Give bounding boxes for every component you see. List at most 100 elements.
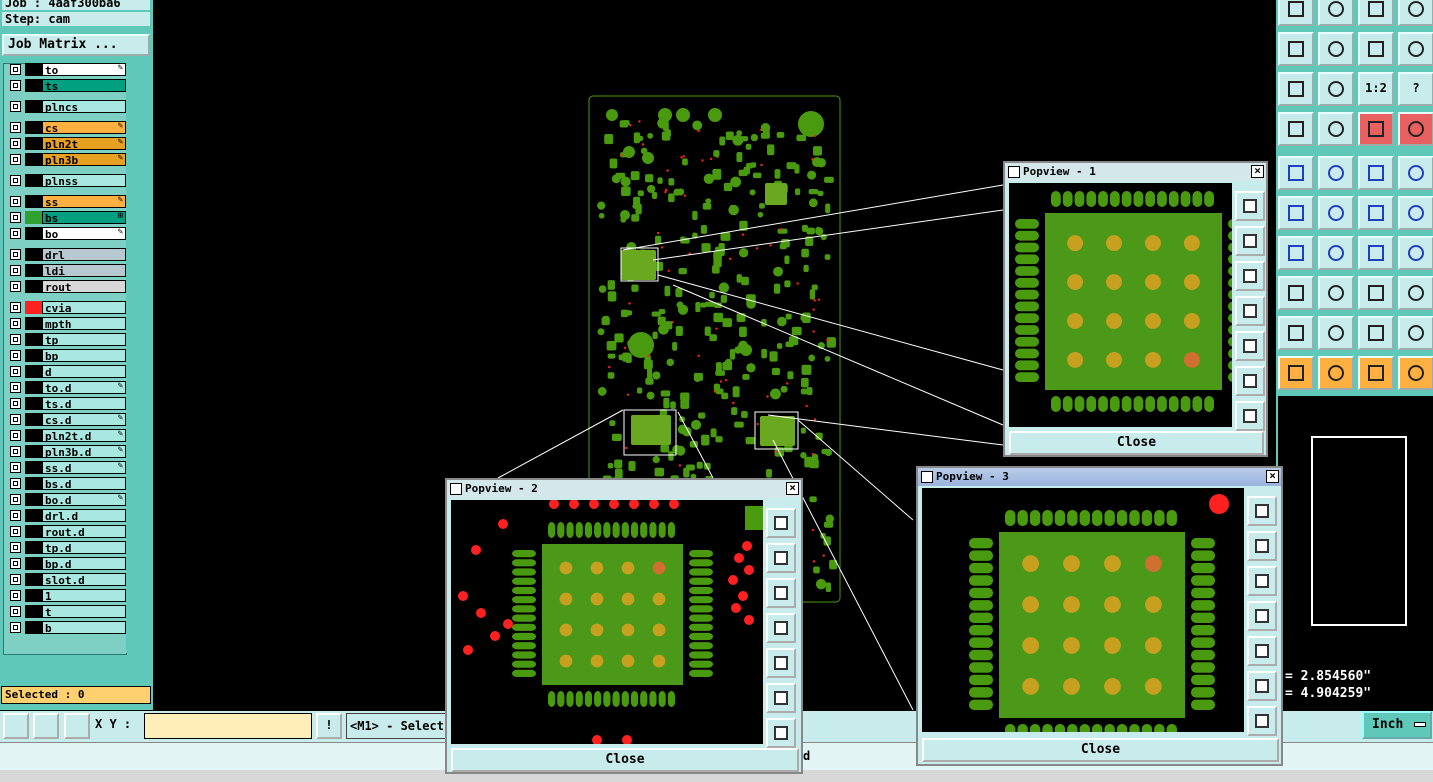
layer-color-swatch[interactable] — [25, 137, 42, 150]
layer-row-pln3b.d[interactable]: pln3b.d ✎ — [8, 445, 126, 459]
layer-row-t[interactable]: t — [8, 605, 126, 619]
layer-color-swatch[interactable] — [25, 365, 42, 378]
layer-name[interactable]: cs.d — [42, 413, 126, 427]
layer-name[interactable]: ss.d — [42, 461, 126, 475]
layer-color-swatch[interactable] — [25, 211, 42, 224]
ratio-button[interactable]: 1:2 — [1358, 72, 1394, 106]
popview-3-close-button[interactable]: Close — [922, 738, 1279, 762]
layer-row-bp.d[interactable]: bp.d — [8, 557, 126, 571]
pan-left-icon[interactable] — [1235, 296, 1265, 326]
layer-checkbox[interactable] — [10, 318, 21, 329]
layer-name[interactable]: pln2t.d — [42, 429, 126, 443]
layer-row-tp.d[interactable]: tp.d — [8, 541, 126, 555]
layer-name[interactable]: pln2t — [42, 137, 126, 151]
layer-name[interactable]: pln3b — [42, 153, 126, 167]
layer-list-scrollbar[interactable] — [126, 63, 151, 653]
rotate-icon[interactable] — [1358, 32, 1394, 66]
layer-name[interactable]: bp — [42, 349, 126, 363]
layer-name[interactable]: to.d — [42, 381, 126, 395]
layer-name[interactable]: bs.d — [42, 477, 126, 491]
layer-row-plnss[interactable]: plnss — [8, 174, 126, 188]
layer-color-swatch[interactable] — [25, 301, 42, 314]
layer-color-swatch[interactable] — [25, 573, 42, 586]
curve-icon[interactable] — [1358, 236, 1394, 270]
pan-down-icon[interactable] — [766, 578, 796, 608]
layer-name[interactable]: pln3b.d — [42, 445, 126, 459]
layer-name[interactable]: ts — [42, 79, 126, 93]
layer-checkbox[interactable] — [10, 302, 21, 313]
fit-icon[interactable] — [1235, 366, 1265, 396]
layer-checkbox[interactable] — [10, 80, 21, 91]
layer-checkbox[interactable] — [10, 494, 21, 505]
layer-name[interactable]: tp — [42, 333, 126, 347]
window-icon[interactable] — [1398, 0, 1433, 26]
layer-checkbox[interactable] — [10, 265, 21, 276]
layer-name[interactable]: ss — [42, 195, 126, 209]
layer-color-swatch[interactable] — [25, 100, 42, 113]
net-compare-icon[interactable] — [1398, 112, 1433, 146]
layer-color-swatch[interactable] — [25, 461, 42, 474]
pan-left-icon[interactable] — [766, 613, 796, 643]
layer-name[interactable]: rout.d — [42, 525, 126, 539]
via-icon[interactable] — [1398, 196, 1433, 230]
pad-icon[interactable] — [1278, 156, 1314, 190]
layer-row-plncs[interactable]: plncs — [8, 100, 126, 114]
layer-row-rout.d[interactable]: rout.d — [8, 525, 126, 539]
center-icon[interactable] — [1235, 401, 1265, 431]
fit-icon[interactable] — [1247, 671, 1277, 701]
layer-name[interactable]: bp.d — [42, 557, 126, 571]
center-icon[interactable] — [1247, 706, 1277, 736]
zoom-in-icon[interactable] — [3, 713, 29, 739]
layer-row-rout[interactable]: rout — [8, 280, 126, 294]
shape-icon[interactable] — [1278, 276, 1314, 310]
layer-row-pln2t[interactable]: pln2t ✎ — [8, 137, 126, 151]
layer-name[interactable]: t — [42, 605, 126, 619]
layer-row-pln2t.d[interactable]: pln2t.d ✎ — [8, 429, 126, 443]
layer-name[interactable]: mpth — [42, 317, 126, 331]
minus-icon[interactable] — [1318, 276, 1354, 310]
layer-row-bp[interactable]: bp — [8, 349, 126, 363]
layer-name[interactable]: ldi — [42, 264, 126, 278]
tool-settings-icon[interactable] — [1278, 112, 1314, 146]
layer-row-bo.d[interactable]: bo.d ✎ — [8, 493, 126, 507]
layer-checkbox[interactable] — [10, 228, 21, 239]
layer-checkbox[interactable] — [10, 281, 21, 292]
layer-color-swatch[interactable] — [25, 79, 42, 92]
layer-checkbox[interactable] — [10, 122, 21, 133]
layer-name[interactable]: slot.d — [42, 573, 126, 587]
layer-checkbox[interactable] — [10, 382, 21, 393]
layer-checkbox[interactable] — [10, 558, 21, 569]
layer-checkbox[interactable] — [10, 462, 21, 473]
close-icon[interactable]: × — [1251, 165, 1264, 178]
layer-row-bs[interactable]: bs ⊞ — [8, 211, 126, 225]
popview-3-canvas[interactable] — [922, 488, 1244, 732]
layer-checkbox[interactable] — [10, 446, 21, 457]
pan-left-icon[interactable] — [1278, 32, 1314, 66]
open-icon[interactable] — [1278, 0, 1314, 26]
layer-color-swatch[interactable] — [25, 63, 42, 76]
home-icon[interactable] — [1358, 0, 1394, 26]
layer-row-to.d[interactable]: to.d ✎ — [8, 381, 126, 395]
job-matrix-button[interactable]: Job Matrix ... — [2, 34, 150, 56]
cross-icon[interactable] — [1318, 196, 1354, 230]
tri4-icon[interactable] — [1398, 316, 1433, 350]
layer-row-ss[interactable]: ss ✎ — [8, 195, 126, 209]
layer-color-swatch[interactable] — [25, 333, 42, 346]
layer-color-swatch[interactable] — [25, 174, 42, 187]
zoom-window-icon[interactable] — [1235, 191, 1265, 221]
layer-color-swatch[interactable] — [25, 477, 42, 490]
mirror-icon[interactable] — [1398, 32, 1433, 66]
layer-row-1[interactable]: 1 — [8, 589, 126, 603]
layer-row-b[interactable]: b — [8, 621, 126, 635]
layer-checkbox[interactable] — [10, 334, 21, 345]
layer-checkbox[interactable] — [10, 510, 21, 521]
layer-color-swatch[interactable] — [25, 280, 42, 293]
layer-row-ts[interactable]: ts — [8, 79, 126, 93]
close-icon[interactable]: × — [786, 482, 799, 495]
layer-row-cvia[interactable]: cvia — [8, 301, 126, 315]
group-icon[interactable] — [1398, 276, 1433, 310]
layer-row-ss.d[interactable]: ss.d ✎ — [8, 461, 126, 475]
layer-row-cs[interactable]: cs ✎ — [8, 121, 126, 135]
layer-color-swatch[interactable] — [25, 541, 42, 554]
layer-color-swatch[interactable] — [25, 153, 42, 166]
